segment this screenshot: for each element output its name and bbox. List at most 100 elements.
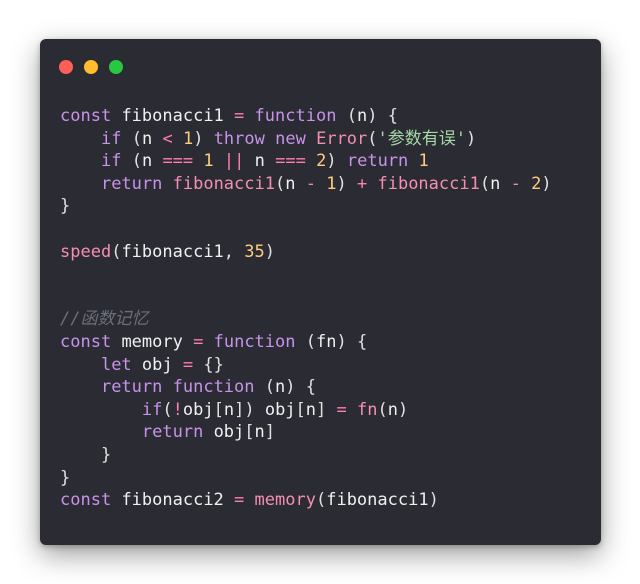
code-token: ( [111, 241, 122, 262]
code-token: [ [213, 399, 224, 420]
code-line: speed(fibonacci1, 35) [60, 241, 552, 264]
code-token: 1 [182, 128, 194, 149]
code-token: function [254, 106, 337, 126]
code-token: 2 [531, 173, 542, 194]
code-token: } [60, 467, 71, 488]
zoom-dot-icon[interactable] [109, 60, 123, 74]
code-token: n [254, 151, 265, 172]
code-token: n [490, 173, 501, 194]
page: const fibonacci1 = function (n) { if (n … [0, 0, 640, 584]
minimize-dot-icon[interactable] [84, 60, 98, 74]
close-dot-icon[interactable] [59, 60, 73, 74]
code-token: return [141, 422, 204, 443]
code-token: ( [367, 128, 378, 149]
code-token: n [356, 106, 368, 126]
code-token: = [336, 399, 347, 420]
code-line: return function (n) { [60, 376, 552, 399]
code-token: const [60, 106, 112, 126]
code-token: ( [131, 151, 142, 172]
code-token: 35 [244, 241, 265, 262]
code-line: return fibonacci1(n - 1) + fibonacci1(n … [60, 173, 552, 196]
code-token: ]) [234, 399, 255, 420]
code-token: ( [305, 331, 316, 352]
code-token: === [162, 151, 194, 172]
code-token: { [356, 331, 368, 352]
code-token: = [234, 490, 245, 511]
code-token: '参数有误' [377, 128, 467, 149]
code-token: } [100, 444, 112, 465]
code-token: fibonacci1 [172, 173, 275, 194]
code-token: {} [203, 354, 224, 375]
code-token: fibonacci1 [121, 106, 224, 126]
code-token: n [285, 173, 296, 194]
code-token: return [346, 151, 409, 172]
code-block: const fibonacci1 = function (n) { if (n … [60, 105, 552, 512]
code-token: ( [377, 399, 388, 420]
code-token: const [60, 490, 112, 511]
code-token: ( [264, 377, 276, 398]
code-token: === [275, 151, 306, 172]
code-token: n [223, 399, 235, 420]
code-token: ) [336, 173, 347, 194]
code-token: if [100, 128, 122, 149]
code-token: < [162, 128, 173, 149]
code-token: memory [254, 490, 316, 511]
code-token: ! [172, 399, 183, 420]
code-line: let obj = {} [60, 354, 552, 377]
code-token: [ [295, 399, 306, 420]
code-token: - [510, 173, 521, 194]
code-token: n [254, 422, 265, 443]
code-token: } [60, 196, 71, 217]
code-token: fibonacci1 [377, 173, 480, 194]
code-token: n [141, 128, 153, 149]
code-token: 1 [326, 173, 337, 194]
code-line: //函数记忆 [60, 308, 552, 331]
code-line: if(!obj[n]) obj[n] = fn(n) [60, 399, 552, 422]
code-token: return [100, 173, 163, 194]
code-token: speed [60, 241, 112, 262]
code-token: ( [315, 490, 327, 511]
code-token: ) [541, 173, 552, 194]
code-token: || [223, 151, 245, 172]
code-token: new [275, 128, 306, 149]
code-token: if [100, 151, 122, 172]
code-token: 1 [203, 151, 214, 172]
code-window: const fibonacci1 = function (n) { if (n … [40, 39, 601, 545]
code-token: function [172, 377, 255, 398]
code-line: } [60, 444, 552, 467]
code-token: n [387, 399, 399, 420]
code-token: Error [316, 128, 368, 149]
code-token: = [234, 106, 245, 126]
code-token: - [305, 173, 316, 194]
code-token: ) [367, 106, 378, 126]
code-token: ( [131, 128, 142, 149]
